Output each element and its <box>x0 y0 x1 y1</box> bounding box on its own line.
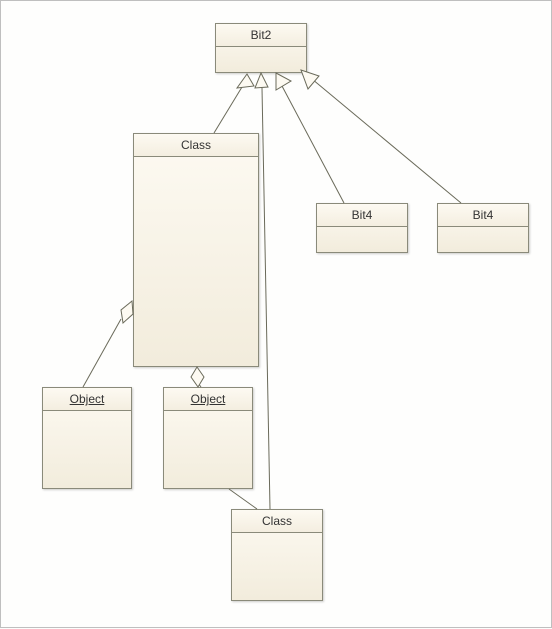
connector-object-left-to-class <box>83 301 133 387</box>
node-bit4-right-title: Bit4 <box>438 204 528 227</box>
node-object-right[interactable]: Object <box>163 387 253 489</box>
node-class-top-title: Class <box>134 134 258 157</box>
diagram-canvas: Bit2 Class Bit4 Bit4 Object Object Class <box>0 0 552 628</box>
node-class-top[interactable]: Class <box>133 133 259 367</box>
node-bit4-right[interactable]: Bit4 <box>437 203 529 253</box>
node-bit4-left[interactable]: Bit4 <box>316 203 408 253</box>
node-bit2-title: Bit2 <box>216 24 306 47</box>
node-bit2[interactable]: Bit2 <box>215 23 307 73</box>
node-object-left-title: Object <box>43 388 131 411</box>
node-bit4-left-title: Bit4 <box>317 204 407 227</box>
node-class-bottom[interactable]: Class <box>231 509 323 601</box>
node-object-left[interactable]: Object <box>42 387 132 489</box>
connector-object-right-to-class <box>191 367 204 387</box>
connector-bit4-right-to-bit2 <box>301 70 461 203</box>
node-object-right-title: Object <box>164 388 252 411</box>
node-class-bottom-title: Class <box>232 510 322 533</box>
connector-class-top-to-bit2 <box>214 74 254 133</box>
connector-bit4-left-to-bit2 <box>276 73 344 203</box>
connector-class-bottom-to-object-right <box>229 489 257 509</box>
